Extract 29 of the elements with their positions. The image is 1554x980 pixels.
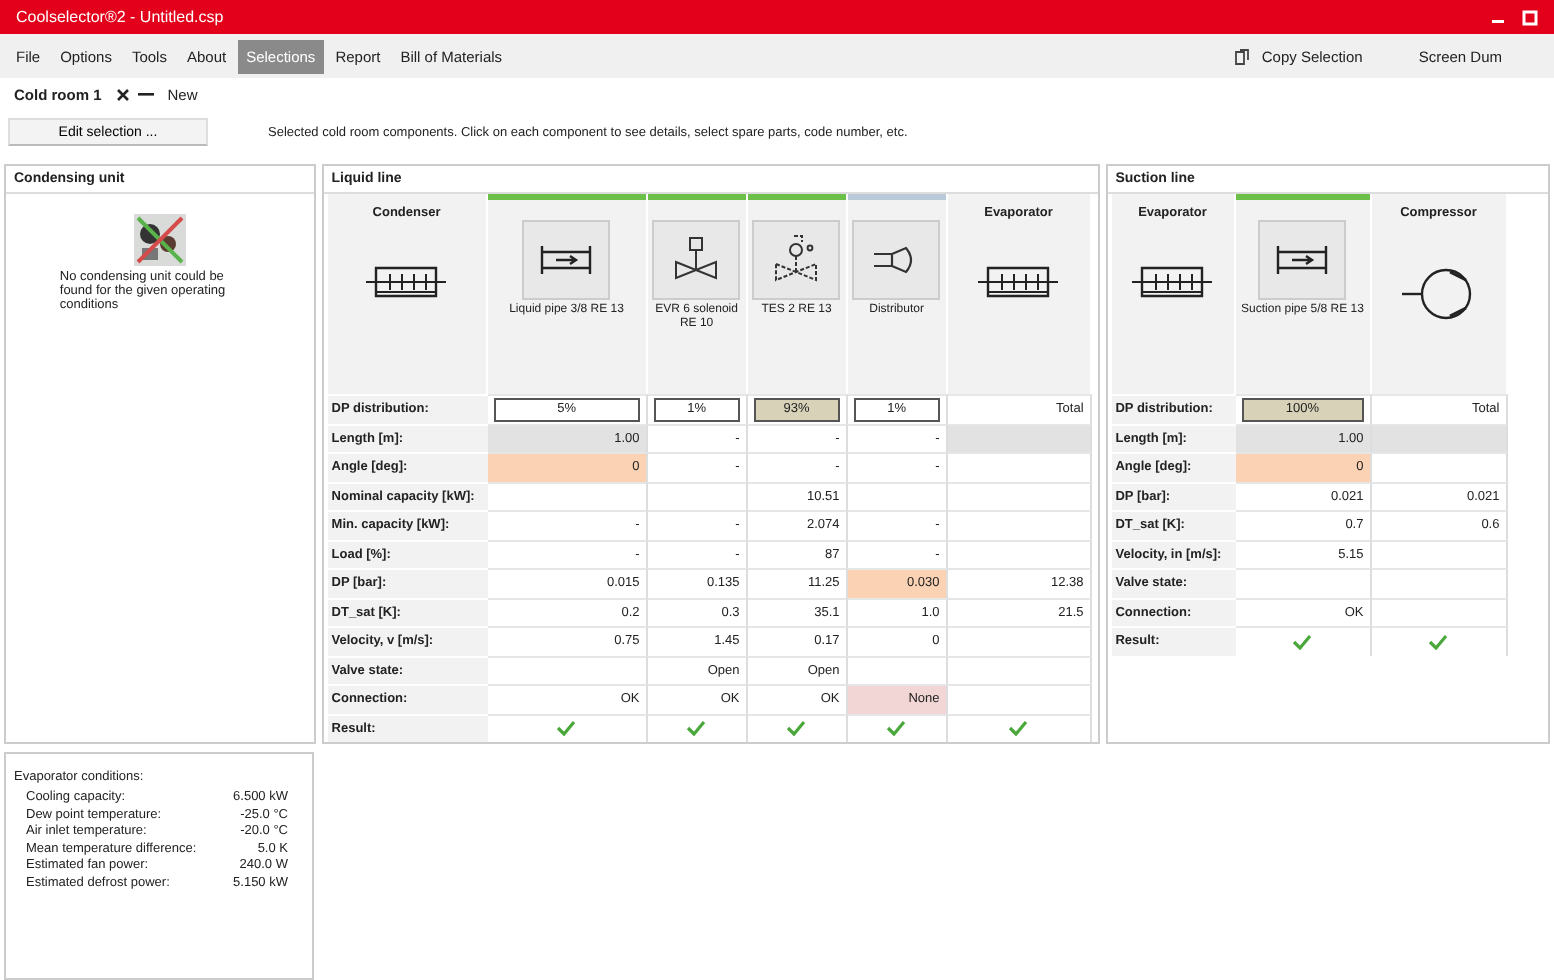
- evaporator-icon: [978, 264, 1059, 300]
- empty-cell: [1371, 539, 1508, 568]
- check-icon: [886, 720, 907, 737]
- component-button[interactable]: [752, 220, 841, 300]
- component-button[interactable]: [852, 220, 941, 300]
- empty-cell: [1371, 568, 1508, 597]
- copy-icon: [1233, 47, 1250, 65]
- check-icon: [1428, 633, 1449, 650]
- close-icon[interactable]: [115, 88, 130, 102]
- compressor-icon: [1402, 264, 1475, 324]
- empty-cell: [847, 481, 948, 510]
- expansion-valve-icon: [770, 234, 823, 286]
- component-button[interactable]: [652, 220, 741, 300]
- maximize-icon[interactable]: [1522, 9, 1538, 25]
- check-icon: [1008, 720, 1029, 737]
- check-icon: [1292, 633, 1313, 650]
- check-icon: [786, 720, 807, 737]
- minus-icon[interactable]: [137, 92, 154, 98]
- window-title: Coolselector®2 - Untitled.csp: [16, 8, 226, 26]
- pipe-icon: [1272, 242, 1333, 278]
- component-button[interactable]: [1258, 220, 1347, 300]
- check-icon: [556, 720, 577, 737]
- evaporator-icon: [1132, 264, 1213, 300]
- check-icon: [686, 720, 707, 737]
- empty-cell: [647, 481, 748, 510]
- condenser-icon: [366, 264, 447, 300]
- crossed-unit-icon: [133, 214, 186, 266]
- pipe-icon: [536, 242, 597, 278]
- component-button[interactable]: [522, 220, 611, 300]
